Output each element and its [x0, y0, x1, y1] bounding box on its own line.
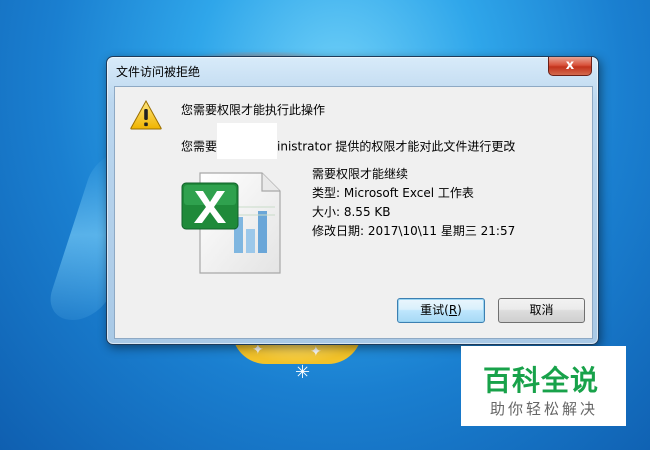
sparkle-icon: ✳: [295, 362, 311, 383]
baike-watermark: 百科全说 助你轻松解决: [461, 346, 626, 426]
message-suffix: inistrator 提供的权限才能对此文件进行更改: [277, 139, 516, 154]
retry-mnemonic: R: [448, 303, 458, 317]
detail-permission: 需要权限才能继续: [312, 167, 409, 181]
permission-message: 您需要 inistrator 提供的权限才能对此文件进行更改: [181, 123, 516, 159]
detail-size: 大小: 8.55 KB: [312, 205, 391, 219]
detail-type: 类型: Microsoft Excel 工作表: [312, 186, 474, 200]
retry-label: 重试(: [420, 303, 449, 317]
title-bar[interactable]: 文件访问被拒绝 x: [107, 57, 598, 83]
main-instruction: 您需要权限才能执行此操作: [181, 103, 326, 117]
detail-modified: 修改日期: 2017\10\11 星期三 21:57: [312, 224, 516, 238]
warning-icon: [130, 100, 162, 130]
dialog-content: 您需要权限才能执行此操作 您需要 inistrator 提供的权限才能对此文件进行…: [114, 86, 593, 339]
watermark-title: 百科全说: [483, 364, 600, 397]
message-prefix: 您需要: [181, 139, 218, 154]
file-details: 需要权限才能继续 类型: Microsoft Excel 工作表 大小: 8.5…: [312, 165, 515, 241]
retry-close: ): [457, 303, 462, 317]
file-access-denied-dialog: 文件访问被拒绝 x 您需要权限才能执行此操作 您需要 inistrator 提供的…: [106, 56, 599, 345]
watermark-subtitle: 助你轻松解决: [490, 400, 599, 418]
retry-button[interactable]: 重试(R): [397, 298, 485, 323]
close-icon: x: [565, 58, 575, 73]
redacted-username: [217, 123, 278, 159]
close-button[interactable]: x: [548, 57, 592, 76]
sparkle-icon: ✦: [310, 344, 322, 360]
dialog-title: 文件访问被拒绝: [116, 65, 201, 79]
cancel-label: 取消: [529, 303, 554, 317]
cancel-button[interactable]: 取消: [498, 298, 585, 323]
excel-file-icon: [181, 172, 281, 274]
